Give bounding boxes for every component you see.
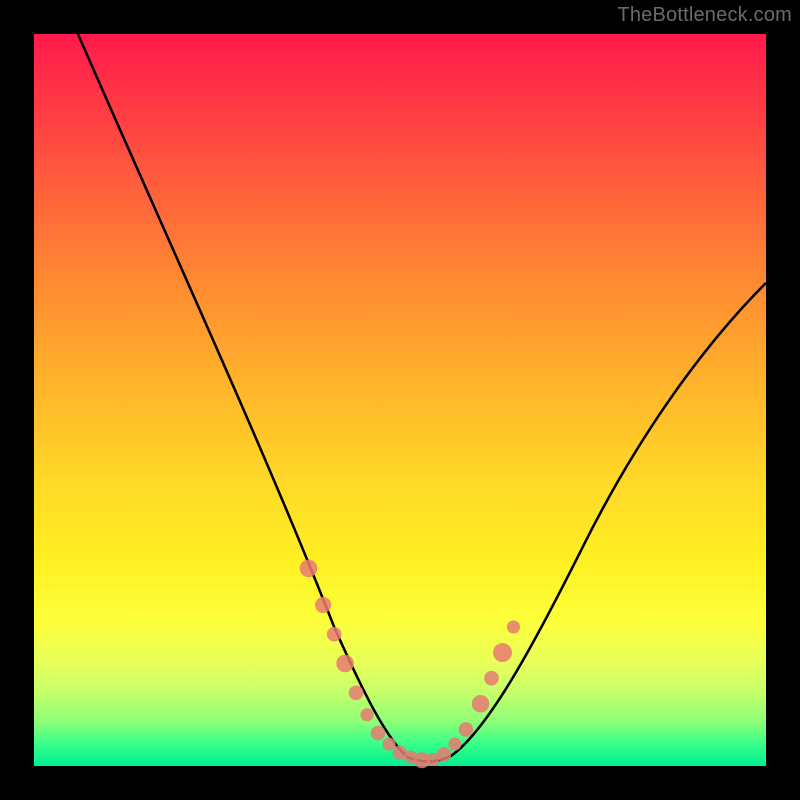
marker-cluster (300, 560, 520, 769)
chart-frame: TheBottleneck.com (0, 0, 800, 800)
plot-area (34, 34, 766, 766)
watermark-text: TheBottleneck.com (617, 4, 792, 27)
curve-layer (34, 34, 766, 766)
bottleneck-curve (78, 34, 766, 761)
